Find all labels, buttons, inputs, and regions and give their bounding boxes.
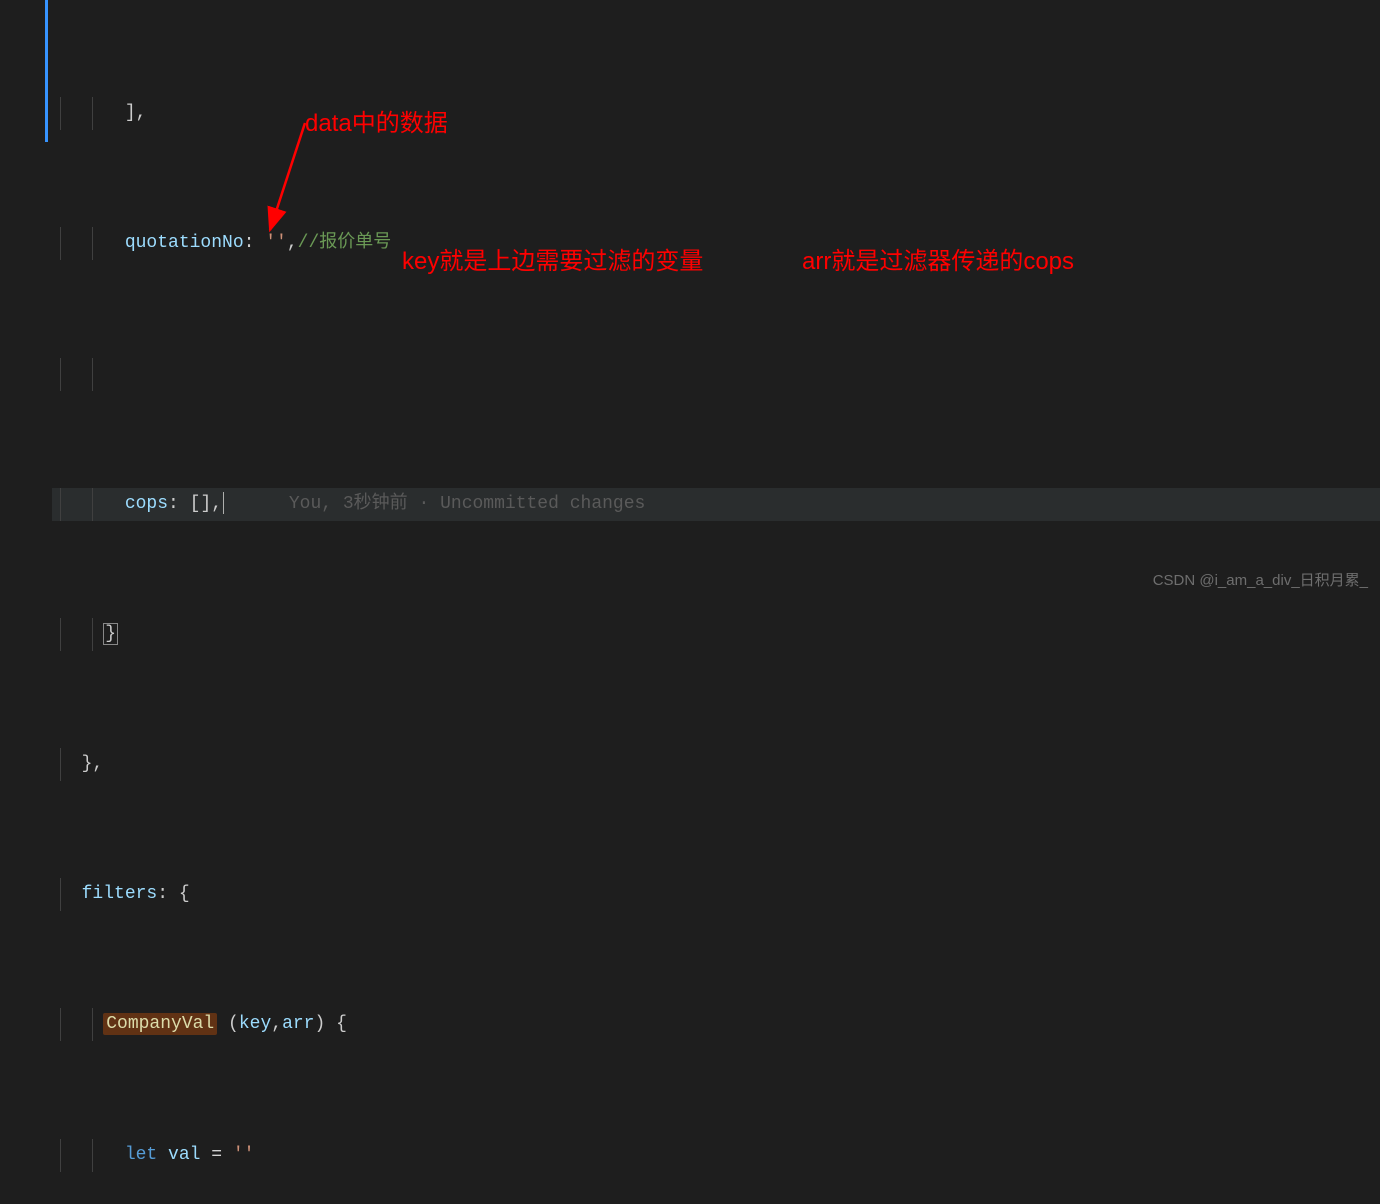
code-line[interactable]: },	[52, 748, 1380, 781]
code-area[interactable]: ], quotationNo: '',//报价单号 cops: [], You,…	[52, 0, 1380, 602]
search-highlight: CompanyVal	[103, 1013, 217, 1035]
code-line[interactable]: let val = ''	[52, 1139, 1380, 1172]
code-line-active[interactable]: cops: [], You, 3秒钟前 · Uncommitted change…	[52, 488, 1380, 521]
annotation-text: arr就是过滤器传递的cops	[802, 240, 1074, 283]
annotation-text: data中的数据	[305, 102, 448, 145]
modified-indicator	[45, 0, 48, 142]
code-line[interactable]: CompanyVal (key,arr) {	[52, 1008, 1380, 1041]
code-line[interactable]: }	[52, 618, 1380, 651]
code-line[interactable]: filters: {	[52, 878, 1380, 911]
git-blame: You, 3秒钟前 · Uncommitted changes	[289, 494, 645, 514]
code-editor[interactable]: ], quotationNo: '',//报价单号 cops: [], You,…	[0, 0, 1380, 602]
gutter	[0, 0, 52, 602]
watermark: CSDN @i_am_a_div_日积月累_	[1153, 567, 1368, 594]
annotation-text: key就是上边需要过滤的变量	[402, 240, 703, 283]
code-line[interactable]	[52, 358, 1380, 391]
bracket-match: }	[103, 623, 118, 645]
text-cursor	[223, 492, 224, 514]
